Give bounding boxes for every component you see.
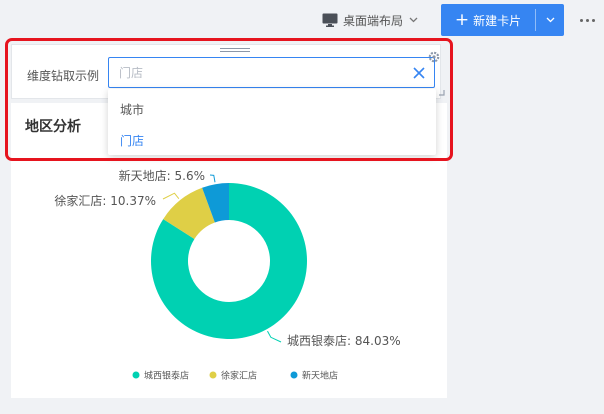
slice-label-1: 城西银泰店: 84.03% bbox=[287, 334, 401, 348]
legend-marker-3[interactable] bbox=[290, 371, 298, 379]
dropdown-option-store[interactable]: 门店 bbox=[120, 132, 144, 149]
more-options-icon[interactable] bbox=[576, 8, 598, 32]
leader-line-1 bbox=[267, 330, 282, 343]
new-card-dropdown-button[interactable] bbox=[536, 4, 564, 36]
legend-marker-2[interactable] bbox=[209, 371, 217, 379]
gear-icon[interactable] bbox=[428, 51, 440, 63]
slice-label-3: 新天地店: 5.6% bbox=[119, 168, 205, 183]
dimension-search-box bbox=[108, 57, 435, 88]
filter-label: 维度钻取示例 bbox=[27, 69, 100, 83]
resize-corner-icon[interactable] bbox=[439, 90, 445, 96]
monitor-icon bbox=[322, 13, 338, 27]
new-card-label: 新建卡片 bbox=[473, 13, 522, 28]
legend-label-3[interactable]: 新天地店 bbox=[302, 370, 338, 382]
drag-handle-icon[interactable] bbox=[220, 48, 250, 55]
layout-switch-label: 桌面端布局 bbox=[343, 13, 404, 28]
dropdown-option-city[interactable]: 城市 bbox=[120, 101, 144, 118]
leader-line-3 bbox=[209, 174, 216, 183]
leader-line-2 bbox=[162, 192, 180, 200]
top-toolbar: 桌面端布局 + 新建卡片 bbox=[0, 0, 604, 40]
legend-label-2[interactable]: 徐家汇店 bbox=[221, 370, 257, 382]
chevron-down-icon bbox=[409, 17, 418, 23]
layout-switch-dropdown[interactable]: 桌面端布局 bbox=[322, 8, 418, 32]
dimension-search-input[interactable] bbox=[119, 58, 399, 87]
chevron-down-icon bbox=[546, 17, 554, 23]
new-card-button-group: + 新建卡片 bbox=[441, 4, 564, 36]
new-card-button[interactable]: + 新建卡片 bbox=[441, 4, 535, 36]
clear-icon[interactable] bbox=[413, 67, 425, 79]
plus-icon: + bbox=[454, 9, 470, 30]
legend-label-1[interactable]: 城西银泰店 bbox=[144, 370, 189, 382]
slice-label-2: 徐家汇店: 10.37% bbox=[54, 193, 156, 208]
legend-marker-1[interactable] bbox=[132, 371, 140, 379]
dimension-dropdown-menu: 城市 门店 bbox=[108, 89, 436, 155]
